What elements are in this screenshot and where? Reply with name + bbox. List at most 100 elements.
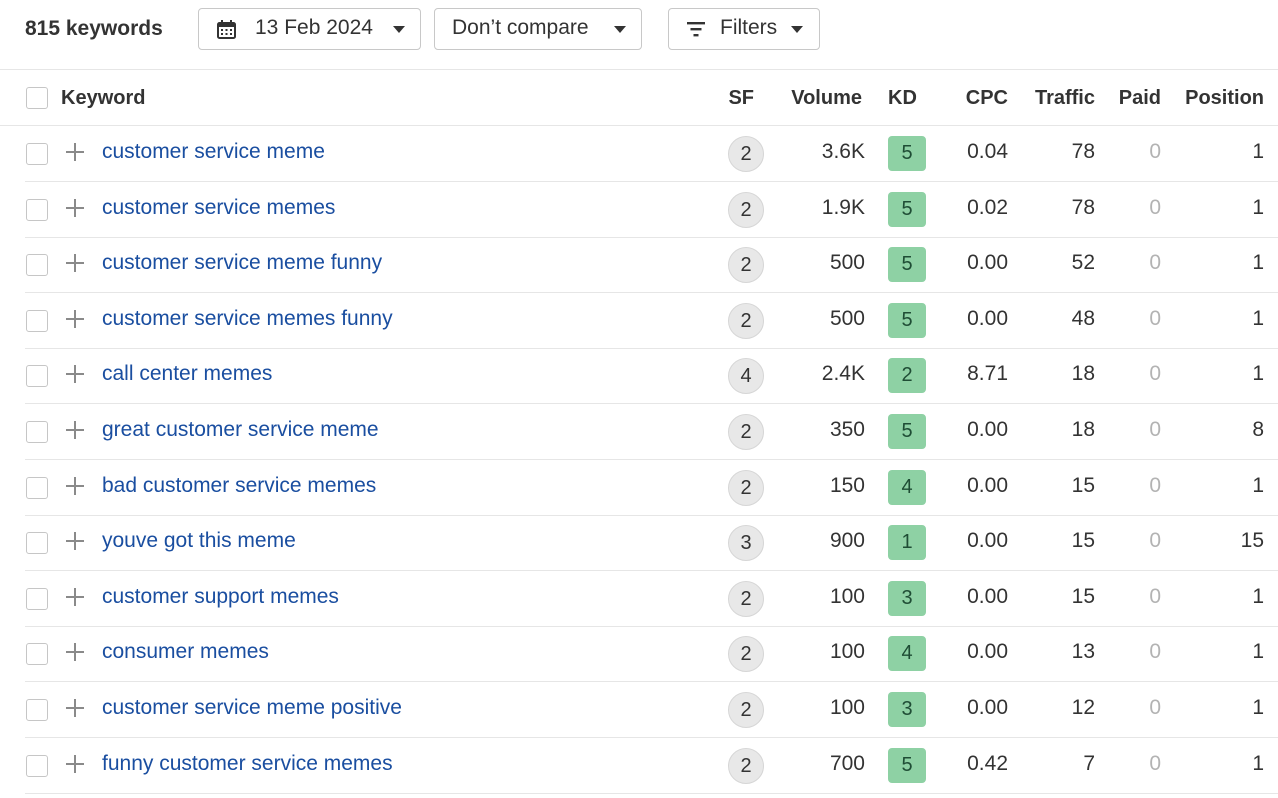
toolbar: 815 keywords 13 Feb 2024 Don’t compare F… xyxy=(0,0,1278,70)
volume-cell: 1.9K xyxy=(821,195,865,219)
sf-badge[interactable]: 2 xyxy=(728,191,764,228)
plus-icon[interactable] xyxy=(65,642,85,662)
volume-cell: 150 xyxy=(829,473,865,497)
keyword-link[interactable]: consumer memes xyxy=(102,639,269,665)
column-header-cpc[interactable]: CPC xyxy=(966,86,1008,110)
sf-badge[interactable]: 3 xyxy=(728,525,764,562)
select-all-checkbox[interactable] xyxy=(26,87,48,109)
cpc-cell: 0.00 xyxy=(967,529,1008,553)
filter-icon xyxy=(687,22,705,37)
plus-icon[interactable] xyxy=(65,754,85,774)
paid-cell: 0 xyxy=(1149,195,1161,219)
sf-badge[interactable]: 2 xyxy=(728,136,764,172)
row-checkbox[interactable] xyxy=(26,699,48,721)
column-header-paid[interactable]: Paid xyxy=(1119,86,1161,110)
sf-badge[interactable]: 2 xyxy=(728,636,764,673)
table-row: funny customer service memes 2 700 5 0.42 7 0 1 xyxy=(25,738,1278,794)
table-row: customer service meme positive 2 100 3 0.00 1… xyxy=(25,682,1278,738)
position-cell: 1 xyxy=(1252,696,1264,719)
cpc-cell: 0.00 xyxy=(967,251,1008,275)
column-header-kd[interactable]: KD xyxy=(888,86,917,110)
kd-badge: 5 xyxy=(888,247,926,283)
row-checkbox[interactable] xyxy=(26,643,48,666)
table-row: great customer service meme 2 350 5 0.00 18 0 8 xyxy=(25,404,1278,460)
paid-cell: 0 xyxy=(1149,140,1161,163)
paid-cell: 0 xyxy=(1149,251,1161,275)
plus-icon[interactable] xyxy=(65,587,85,607)
row-checkbox[interactable] xyxy=(26,532,48,555)
plus-icon[interactable] xyxy=(65,364,85,384)
plus-icon[interactable] xyxy=(65,253,85,273)
traffic-cell: 7 xyxy=(1083,751,1095,775)
plus-icon[interactable] xyxy=(65,309,85,329)
sf-badge[interactable]: 2 xyxy=(728,747,764,784)
row-checkbox[interactable] xyxy=(26,421,48,443)
row-checkbox[interactable] xyxy=(26,254,48,277)
position-cell: 1 xyxy=(1252,362,1264,386)
compare-dropdown[interactable]: Don’t compare xyxy=(434,8,642,50)
keyword-link[interactable]: funny customer service memes xyxy=(102,751,393,777)
volume-cell: 100 xyxy=(829,640,865,664)
row-checkbox[interactable] xyxy=(26,476,48,499)
keyword-link[interactable]: customer service memes xyxy=(102,195,335,221)
traffic-cell: 78 xyxy=(1071,195,1095,219)
column-header-volume[interactable]: Volume xyxy=(791,86,862,110)
plus-icon[interactable] xyxy=(65,476,85,496)
keyword-link[interactable]: call center memes xyxy=(102,361,272,387)
column-header-sf[interactable]: SF xyxy=(728,86,754,110)
traffic-cell: 15 xyxy=(1071,473,1095,497)
table-row: customer service meme 2 3.6K 5 0.04 78 0 1 xyxy=(25,126,1278,182)
position-cell: 1 xyxy=(1252,306,1264,330)
column-header-traffic[interactable]: Traffic xyxy=(1035,86,1095,110)
keyword-link[interactable]: great customer service meme xyxy=(102,417,379,443)
table-row: customer support memes 2 100 3 0.00 15 0 1 xyxy=(25,571,1278,627)
kd-badge: 5 xyxy=(888,414,926,449)
plus-icon[interactable] xyxy=(65,420,85,440)
kd-badge: 5 xyxy=(888,136,926,171)
sf-badge[interactable]: 2 xyxy=(728,469,764,506)
cpc-cell: 0.00 xyxy=(967,584,1008,608)
plus-icon[interactable] xyxy=(65,698,85,718)
keyword-link[interactable]: bad customer service memes xyxy=(102,473,376,499)
plus-icon[interactable] xyxy=(65,531,85,551)
keyword-link[interactable]: customer service meme positive xyxy=(102,695,402,721)
sf-badge[interactable]: 2 xyxy=(728,247,764,284)
row-checkbox[interactable] xyxy=(26,143,48,165)
row-checkbox[interactable] xyxy=(26,365,48,388)
date-label: 13 Feb 2024 xyxy=(255,16,373,39)
traffic-cell: 18 xyxy=(1071,418,1095,441)
position-cell: 1 xyxy=(1252,251,1264,275)
row-checkbox[interactable] xyxy=(26,309,48,332)
cpc-cell: 0.04 xyxy=(967,140,1008,163)
sf-badge[interactable]: 2 xyxy=(728,414,764,450)
cpc-cell: 8.71 xyxy=(967,362,1008,386)
date-picker-button[interactable]: 13 Feb 2024 xyxy=(198,8,421,50)
row-checkbox[interactable] xyxy=(26,587,48,610)
traffic-cell: 48 xyxy=(1071,306,1095,330)
keyword-link[interactable]: youve got this meme xyxy=(102,528,296,554)
traffic-cell: 18 xyxy=(1071,362,1095,386)
keyword-link[interactable]: customer service memes funny xyxy=(102,306,393,332)
chevron-down-icon xyxy=(393,26,405,33)
sf-badge[interactable]: 4 xyxy=(728,358,764,395)
sf-badge[interactable]: 2 xyxy=(728,692,764,728)
column-header-position[interactable]: Position xyxy=(1185,86,1264,110)
sf-badge[interactable]: 2 xyxy=(728,302,764,339)
keyword-link[interactable]: customer service meme funny xyxy=(102,250,382,276)
keyword-link[interactable]: customer support memes xyxy=(102,584,339,610)
traffic-cell: 13 xyxy=(1071,640,1095,664)
volume-cell: 2.4K xyxy=(821,362,865,386)
position-cell: 1 xyxy=(1252,751,1264,775)
kd-badge: 5 xyxy=(888,191,926,227)
row-checkbox[interactable] xyxy=(26,198,48,221)
plus-icon[interactable] xyxy=(65,142,85,162)
plus-icon[interactable] xyxy=(65,198,85,218)
volume-cell: 350 xyxy=(829,418,865,441)
filters-button[interactable]: Filters xyxy=(668,8,820,50)
row-checkbox[interactable] xyxy=(26,754,48,777)
sf-badge[interactable]: 2 xyxy=(728,580,764,617)
paid-cell: 0 xyxy=(1149,640,1161,664)
column-header-keyword[interactable]: Keyword xyxy=(61,86,145,110)
paid-cell: 0 xyxy=(1149,696,1161,719)
keyword-link[interactable]: customer service meme xyxy=(102,139,325,165)
